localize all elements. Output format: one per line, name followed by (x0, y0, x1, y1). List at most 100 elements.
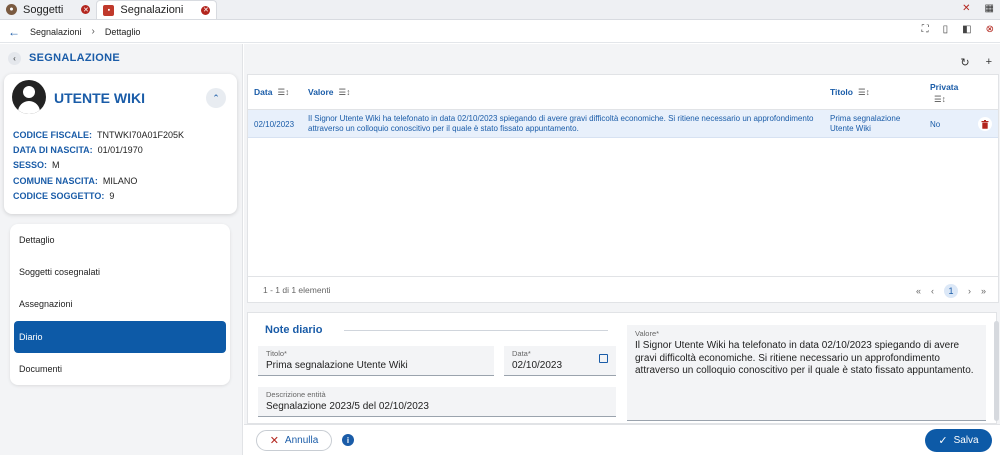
next-page-icon[interactable]: › (968, 286, 971, 296)
subject-fields: CODICE FISCALE: TNTWKI70A01F205K DATA DI … (13, 128, 184, 204)
sort-icon[interactable]: ☰↕ (934, 93, 958, 105)
field-label: CODICE FISCALE: (13, 130, 93, 140)
diary-form: Note diario Titolo* Prima segnalazione U… (247, 312, 999, 424)
close-icon[interactable]: ✕ (81, 5, 91, 14)
prev-page-icon[interactable]: ‹ (931, 286, 934, 296)
delete-button[interactable] (978, 117, 992, 131)
section-header: ‹ SEGNALAZIONE (0, 44, 242, 72)
breadcrumb-item-dettaglio: Dettaglio (104, 26, 141, 37)
refresh-icon[interactable]: ↻ (960, 56, 969, 69)
field-label: Valore* (635, 329, 660, 338)
menu-item-dettaglio[interactable]: Dettaglio (10, 224, 230, 256)
menu-item-documenti[interactable]: Documenti (10, 353, 230, 385)
field-codice-soggetto: CODICE SOGGETTO: 9 (13, 189, 184, 204)
cell-valore: Il Signor Utente Wiki ha telefonato in d… (308, 114, 814, 133)
cell-data: 02/10/2023 (254, 120, 295, 129)
sort-icon[interactable]: ☰↕ (339, 87, 351, 97)
save-button[interactable]: ✓ Salva (925, 429, 992, 452)
close-icon[interactable]: ✕ (201, 5, 211, 15)
field-data-nascita: DATA DI NASCITA: 01/01/1970 (13, 143, 184, 158)
avatar (12, 80, 46, 114)
header-label: Valore (308, 87, 334, 97)
titolo-field[interactable]: Titolo* Prima segnalazione Utente Wiki (258, 346, 494, 376)
pagination: 1 - 1 di 1 elementi « ‹ 1 › » (248, 276, 998, 303)
last-page-icon[interactable]: » (981, 286, 986, 296)
check-icon: ✓ (938, 435, 948, 447)
field-label: CODICE SOGGETTO: (13, 190, 105, 201)
back-chevron-icon[interactable]: ‹ (8, 51, 21, 65)
cancel-label: Annulla (284, 435, 319, 446)
title-divider (344, 330, 608, 331)
sort-icon[interactable]: ☰↕ (277, 87, 289, 97)
window-controls: ✕ ▦ (962, 3, 994, 14)
fullscreen-icon[interactable]: ⛶ (922, 24, 929, 35)
back-arrow-icon[interactable]: ← (8, 25, 20, 39)
subject-name: UTENTE WIKI (54, 90, 145, 106)
panel-toggle-icon[interactable]: ◧ (962, 24, 971, 35)
apps-grid-icon[interactable]: ▦ (985, 3, 994, 14)
table-row[interactable]: 02/10/2023 Il Signor Utente Wiki ha tele… (248, 110, 998, 138)
field-value: 9 (109, 190, 115, 201)
tab-soggetti[interactable]: ● Soggetti ✕ (0, 0, 96, 19)
table-toolbar: ↻ + (960, 56, 992, 69)
calendar-icon[interactable] (599, 354, 608, 363)
field-label: Descrizione entità (266, 390, 326, 399)
menu-item-diario[interactable]: Diario (14, 320, 226, 353)
header-label: Privata (930, 82, 959, 92)
side-menu: Dettaglio Soggetti cosegnalati Assegnazi… (10, 224, 230, 385)
field-label: DATA DI NASCITA: (13, 145, 93, 156)
field-codice-fiscale: CODICE FISCALE: TNTWKI70A01F205K (13, 128, 184, 143)
column-header-titolo[interactable]: Titolo ☰↕ (830, 87, 870, 98)
descrizione-field[interactable]: Descrizione entità Segnalazione 2023/5 d… (258, 387, 616, 417)
cell-titolo: Prima segnalazione Utente Wiki (830, 114, 901, 133)
header-label: Data (254, 87, 273, 97)
bookmark-icon[interactable]: ▯ (943, 24, 949, 35)
cancel-button[interactable]: ✕ Annulla (256, 430, 332, 451)
field-label: COMUNE NASCITA: (13, 175, 98, 186)
cell-privata: No (930, 120, 941, 129)
close-circle-icon[interactable]: ⊗ (986, 24, 994, 35)
column-header-valore[interactable]: Valore ☰↕ (308, 87, 350, 98)
breadcrumb: ← Segnalazioni › Dettaglio (0, 21, 1000, 43)
page-number[interactable]: 1 (943, 284, 958, 298)
first-page-icon[interactable]: « (916, 286, 921, 296)
scrollbar[interactable] (994, 321, 999, 421)
tab-label: Segnalazioni (120, 4, 184, 16)
info-icon[interactable]: i (342, 434, 354, 446)
column-header-data[interactable]: Data ☰↕ (254, 87, 289, 98)
breadcrumb-item-segnalazioni[interactable]: Segnalazioni (30, 27, 82, 37)
subject-card: UTENTE WIKI ⌃ CODICE FISCALE: TNTWKI70A01… (4, 74, 237, 214)
column-header-privata[interactable]: Privata ☰↕ (930, 81, 958, 105)
close-icon[interactable]: ✕ (962, 3, 970, 14)
field-value: 02/10/2023 (512, 360, 563, 371)
valore-field[interactable]: Valore* Il Signor Utente Wiki ha telefon… (627, 325, 986, 421)
field-value: 01/01/1970 (97, 145, 143, 156)
tab-bar: ● Soggetti ✕ ▪ Segnalazioni ✕ (0, 0, 1000, 20)
field-value: Segnalazione 2023/5 del 02/10/2023 (266, 401, 429, 412)
menu-item-assegnazioni[interactable]: Assegnazioni (10, 288, 230, 320)
report-icon: ▪ (103, 4, 115, 16)
diary-table: Data ☰↕ Valore ☰↕ Titolo ☰↕ Privata ☰↕ 02/10… (247, 74, 999, 303)
add-icon[interactable]: + (986, 56, 992, 69)
chevron-up-icon[interactable]: ⌃ (206, 88, 226, 108)
avatar-body-shape (18, 101, 40, 114)
tab-label: Soggetti (23, 3, 64, 16)
pagination-controls: « ‹ 1 › » (916, 284, 986, 298)
field-value: MILANO (102, 175, 138, 186)
chevron-right-icon: › (91, 26, 95, 37)
tab-segnalazioni[interactable]: ▪ Segnalazioni ✕ (96, 0, 218, 19)
menu-item-soggetti-cosegnalati[interactable]: Soggetti cosegnalati (10, 256, 230, 288)
left-pane: ‹ SEGNALAZIONE UTENTE WIKI ⌃ CODICE FISC… (0, 44, 243, 455)
field-label: Titolo* (266, 349, 287, 358)
field-value: Il Signor Utente Wiki ha telefonato in d… (635, 340, 974, 376)
field-value: Prima segnalazione Utente Wiki (266, 360, 408, 371)
right-pane: ↻ + Data ☰↕ Valore ☰↕ Titolo ☰↕ Privata ☰↕ 0… (244, 44, 1000, 455)
form-title: Note diario (265, 324, 323, 336)
field-label: SESSO: (13, 160, 48, 171)
sort-icon[interactable]: ☰↕ (858, 87, 870, 97)
page-title: SEGNALAZIONE (29, 52, 120, 64)
field-sesso: SESSO: M (13, 158, 184, 173)
save-label: Salva (953, 435, 979, 446)
form-footer: ✕ Annulla i ✓ Salva (244, 424, 1000, 455)
data-field[interactable]: Data* 02/10/2023 (504, 346, 616, 376)
